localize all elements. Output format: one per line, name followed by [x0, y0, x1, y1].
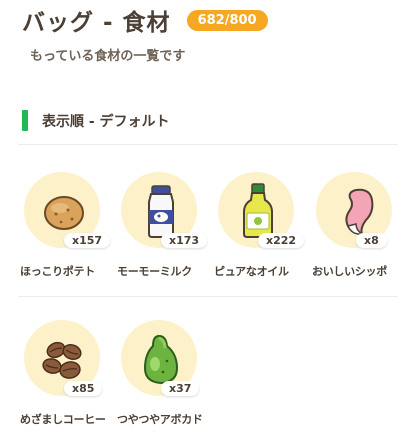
- item-quantity: x222: [258, 233, 305, 248]
- item-name: モーモーミルク: [117, 265, 192, 278]
- item-name: おいしいシッポ: [312, 265, 387, 278]
- item-quantity: x37: [161, 381, 200, 396]
- item-quantity: x8: [356, 233, 387, 248]
- item-quantity: x173: [161, 233, 208, 248]
- item-name: つやつやアボカド: [117, 413, 203, 426]
- item-name: ピュアなオイル: [214, 265, 289, 278]
- item-quantity: x85: [64, 381, 103, 396]
- ingredient-grid: x157 ほっこりポテト x173 モーモーミルク x222 ピュアなオイル x…: [0, 0, 419, 440]
- item-name: ほっこりポテト: [20, 265, 95, 278]
- item-quantity: x157: [64, 233, 111, 248]
- item-name: めざましコーヒー: [20, 413, 106, 426]
